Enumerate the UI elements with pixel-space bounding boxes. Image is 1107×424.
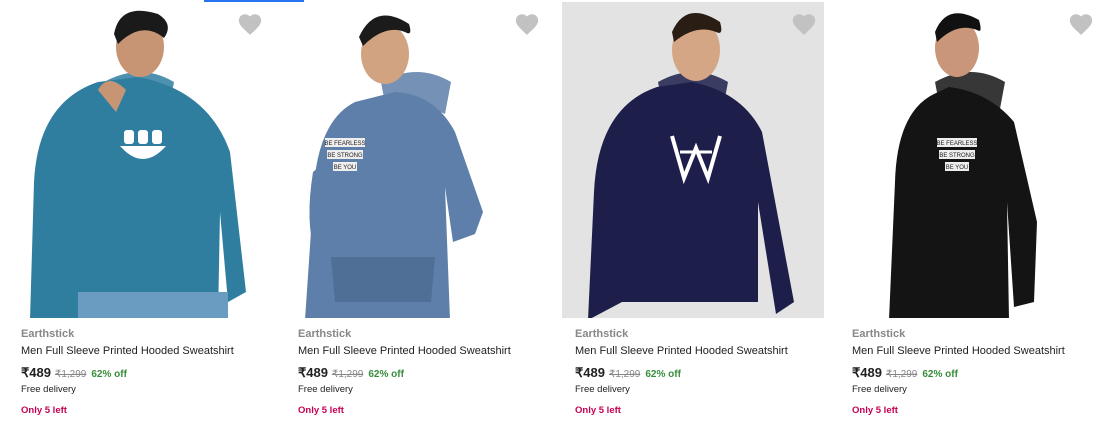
product-card-4[interactable]: BE FEARLESS BE STRONG BE YOU Earthstick Me… bbox=[831, 0, 1107, 424]
stock-status: Only 5 left bbox=[852, 405, 898, 416]
discount-badge: 62% off bbox=[368, 369, 404, 380]
product-image[interactable]: BE FEARLESS BE STRONG BE YOU bbox=[839, 2, 1101, 318]
delivery-info: Free delivery bbox=[575, 384, 630, 395]
product-card-3[interactable]: Earthstick Men Full Sleeve Printed Hoode… bbox=[554, 0, 831, 424]
delivery-info: Free delivery bbox=[852, 384, 907, 395]
discount-badge: 62% off bbox=[922, 369, 958, 380]
product-image[interactable] bbox=[8, 2, 270, 318]
selling-price: ₹489 bbox=[21, 365, 51, 380]
discount-badge: 62% off bbox=[91, 369, 127, 380]
original-price: ₹1,299 bbox=[331, 369, 364, 380]
svg-text:BE FEARLESS: BE FEARLESS bbox=[936, 141, 977, 147]
product-title[interactable]: Men Full Sleeve Printed Hooded Sweatshir… bbox=[575, 343, 825, 359]
product-grid: Earthstick Men Full Sleeve Printed Hoode… bbox=[0, 0, 1107, 424]
brand-name: Earthstick bbox=[575, 328, 629, 340]
brand-name: Earthstick bbox=[852, 328, 906, 340]
original-price: ₹1,299 bbox=[608, 369, 641, 380]
stock-status: Only 5 left bbox=[575, 405, 621, 416]
heart-icon[interactable] bbox=[514, 12, 540, 36]
stock-status: Only 5 left bbox=[298, 405, 344, 416]
stock-status: Only 5 left bbox=[21, 405, 67, 416]
product-image[interactable] bbox=[562, 2, 824, 318]
svg-text:BE YOU: BE YOU bbox=[946, 165, 969, 171]
selling-price: ₹489 bbox=[575, 365, 605, 380]
heart-icon[interactable] bbox=[791, 12, 817, 36]
heart-icon[interactable] bbox=[1068, 12, 1094, 36]
delivery-info: Free delivery bbox=[298, 384, 353, 395]
svg-text:BE FEARLESS: BE FEARLESS bbox=[324, 141, 365, 147]
discount-badge: 62% off bbox=[645, 369, 681, 380]
selling-price: ₹489 bbox=[298, 365, 328, 380]
brand-name: Earthstick bbox=[21, 328, 75, 340]
product-card-1[interactable]: Earthstick Men Full Sleeve Printed Hoode… bbox=[0, 0, 277, 424]
svg-text:BE STRONG: BE STRONG bbox=[327, 153, 363, 159]
delivery-info: Free delivery bbox=[21, 384, 76, 395]
svg-text:BE YOU: BE YOU bbox=[334, 165, 357, 171]
brand-name: Earthstick bbox=[298, 328, 352, 340]
selling-price: ₹489 bbox=[852, 365, 882, 380]
product-card-2[interactable]: BE FEARLESS BE STRONG BE YOU Earthstick Me… bbox=[277, 0, 554, 424]
product-image[interactable]: BE FEARLESS BE STRONG BE YOU bbox=[285, 2, 547, 318]
svg-text:BE STRONG: BE STRONG bbox=[939, 153, 975, 159]
product-title[interactable]: Men Full Sleeve Printed Hooded Sweatshir… bbox=[21, 343, 271, 359]
original-price: ₹1,299 bbox=[885, 369, 918, 380]
product-title[interactable]: Men Full Sleeve Printed Hooded Sweatshir… bbox=[852, 343, 1102, 359]
product-title[interactable]: Men Full Sleeve Printed Hooded Sweatshir… bbox=[298, 343, 548, 359]
original-price: ₹1,299 bbox=[54, 369, 87, 380]
heart-icon[interactable] bbox=[237, 12, 263, 36]
